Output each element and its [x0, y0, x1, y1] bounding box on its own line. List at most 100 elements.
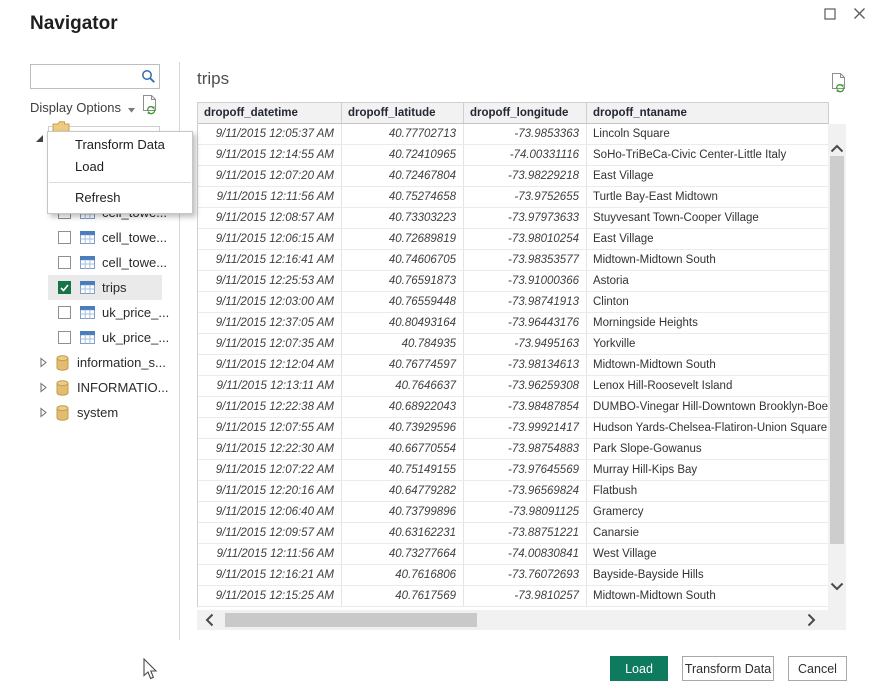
cell-dropoff_latitude: 40.74606705: [342, 250, 464, 270]
chevron-down-icon: [128, 101, 135, 116]
table-icon: [80, 256, 95, 269]
checkbox[interactable]: [58, 256, 71, 269]
cell-dropoff_longitude: -73.98134613: [464, 355, 587, 375]
tree-item-informatio[interactable]: INFORMATIO...: [36, 375, 162, 400]
table-row: 9/11/2015 12:22:38 AM40.68922043-73.9848…: [198, 397, 829, 418]
vertical-scrollbar-thumb[interactable]: [830, 156, 844, 544]
cell-dropoff_latitude: 40.64779282: [342, 481, 464, 501]
refresh-preview-button-right[interactable]: [831, 72, 848, 98]
cell-dropoff_longitude: -73.91000366: [464, 271, 587, 291]
cell-dropoff_ntaname: Canarsie: [587, 523, 829, 543]
tree-item-information_s[interactable]: information_s...: [36, 350, 162, 375]
tree-item-uk_price_[interactable]: uk_price_...: [36, 300, 162, 325]
cell-dropoff_ntaname: Murray Hill-Kips Bay: [587, 460, 829, 480]
cell-dropoff_latitude: 40.76774597: [342, 355, 464, 375]
cell-dropoff_latitude: 40.75274658: [342, 187, 464, 207]
menu-item-transform-data[interactable]: Transform Data: [48, 134, 192, 156]
cell-dropoff_longitude: -73.76072693: [464, 565, 587, 585]
checkbox[interactable]: [58, 231, 71, 244]
tree-item-label: cell_towe...: [102, 255, 167, 270]
table-row: 9/11/2015 12:11:56 AM40.73277664-74.0083…: [198, 544, 829, 565]
display-options-dropdown[interactable]: Display Options: [30, 98, 135, 116]
cell-dropoff_longitude: -73.97645569: [464, 460, 587, 480]
cell-dropoff_longitude: -73.98091125: [464, 502, 587, 522]
cell-dropoff_ntaname: Midtown-Midtown South: [587, 586, 829, 606]
cell-dropoff_ntaname: Stuyvesant Town-Cooper Village: [587, 208, 829, 228]
cell-dropoff_ntaname: Park Slope-Gowanus: [587, 439, 829, 459]
close-button[interactable]: [849, 6, 869, 26]
checkbox[interactable]: [58, 306, 71, 319]
chevron-right-icon[interactable]: [40, 357, 47, 368]
column-header-dropoff_ntaname: dropoff_ntaname: [587, 103, 829, 123]
cell-dropoff_ntaname: Midtown-Midtown South: [587, 355, 829, 375]
vertical-scrollbar[interactable]: [828, 124, 846, 630]
cell-dropoff_latitude: 40.73277664: [342, 544, 464, 564]
cell-dropoff_longitude: -74.00830841: [464, 544, 587, 564]
chevron-expanded-icon[interactable]: [35, 130, 44, 148]
menu-item-refresh[interactable]: Refresh: [48, 187, 192, 209]
cell-dropoff_latitude: 40.7617569: [342, 586, 464, 606]
cell-dropoff_longitude: -73.9495163: [464, 334, 587, 354]
menu-item-load[interactable]: Load: [48, 156, 192, 178]
cell-dropoff_datetime: 9/11/2015 12:22:30 AM: [198, 439, 342, 459]
cell-dropoff_ntaname: Hudson Yards-Chelsea-Flatiron-Union Squa…: [587, 418, 829, 438]
cell-dropoff_datetime: 9/11/2015 12:16:41 AM: [198, 250, 342, 270]
column-header-dropoff_latitude: dropoff_latitude: [342, 103, 464, 123]
cell-dropoff_ntaname: Flatbush: [587, 481, 829, 501]
cancel-button[interactable]: Cancel: [788, 656, 847, 681]
cell-dropoff_ntaname: Astoria: [587, 271, 829, 291]
horizontal-scrollbar-thumb[interactable]: [225, 613, 477, 627]
cell-dropoff_ntaname: East Village: [587, 229, 829, 249]
tree-item-label: information_s...: [77, 355, 166, 370]
table-row: 9/11/2015 12:12:04 AM40.76774597-73.9813…: [198, 355, 829, 376]
tree-item-label: INFORMATIO...: [77, 380, 168, 395]
cell-dropoff_longitude: -73.99921417: [464, 418, 587, 438]
table-row: 9/11/2015 12:07:55 AM40.73929596-73.9992…: [198, 418, 829, 439]
scroll-left-icon[interactable]: [205, 613, 214, 632]
cell-dropoff_datetime: 9/11/2015 12:11:56 AM: [198, 544, 342, 564]
cell-dropoff_latitude: 40.7616806: [342, 565, 464, 585]
cell-dropoff_latitude: 40.68922043: [342, 397, 464, 417]
tree-item-cell_towe[interactable]: cell_towe...: [36, 250, 162, 275]
checkbox[interactable]: [58, 281, 71, 294]
tree-item-system[interactable]: system: [36, 400, 162, 425]
cell-dropoff_datetime: 9/11/2015 12:07:20 AM: [198, 166, 342, 186]
table-row: 9/11/2015 12:07:22 AM40.75149155-73.9764…: [198, 460, 829, 481]
cell-dropoff_latitude: 40.73799896: [342, 502, 464, 522]
horizontal-scrollbar[interactable]: [197, 610, 828, 630]
cell-dropoff_longitude: -73.98353577: [464, 250, 587, 270]
checkbox[interactable]: [58, 331, 71, 344]
scroll-right-icon[interactable]: [807, 613, 816, 632]
cell-dropoff_ntaname: Gramercy: [587, 502, 829, 522]
cell-dropoff_longitude: -73.96259308: [464, 376, 587, 396]
cell-dropoff_ntaname: Yorkville: [587, 334, 829, 354]
search-box[interactable]: [30, 64, 160, 89]
chevron-right-icon[interactable]: [40, 407, 47, 418]
cell-dropoff_ntaname: Bayside-Bayside Hills: [587, 565, 829, 585]
database-icon: [56, 405, 69, 421]
cell-dropoff_longitude: -73.96569824: [464, 481, 587, 501]
cell-dropoff_datetime: 9/11/2015 12:07:55 AM: [198, 418, 342, 438]
table-header-row: dropoff_datetimedropoff_latitudedropoff_…: [198, 103, 829, 124]
table-row: 9/11/2015 12:16:41 AM40.74606705-73.9835…: [198, 250, 829, 271]
transform-data-button[interactable]: Transform Data: [682, 656, 774, 681]
tree-item-cell_towe[interactable]: cell_towe...: [36, 225, 162, 250]
cell-dropoff_datetime: 9/11/2015 12:08:57 AM: [198, 208, 342, 228]
tree-item-uk_price_[interactable]: uk_price_...: [36, 325, 162, 350]
refresh-preview-button[interactable]: [142, 94, 159, 120]
scroll-down-icon[interactable]: [830, 578, 844, 596]
search-input[interactable]: [36, 66, 137, 87]
cell-dropoff_latitude: 40.66770554: [342, 439, 464, 459]
search-icon[interactable]: [137, 69, 159, 84]
maximize-button[interactable]: [820, 6, 840, 26]
tree-item-trips[interactable]: trips: [36, 275, 162, 300]
cell-dropoff_datetime: 9/11/2015 12:14:55 AM: [198, 145, 342, 165]
cell-dropoff_longitude: -73.97973633: [464, 208, 587, 228]
table-row: 9/11/2015 12:03:00 AM40.76559448-73.9874…: [198, 292, 829, 313]
tree-item-label: uk_price_...: [102, 330, 169, 345]
cell-dropoff_latitude: 40.72467804: [342, 166, 464, 186]
chevron-right-icon[interactable]: [40, 382, 47, 393]
load-button[interactable]: Load: [610, 656, 668, 681]
cell-dropoff_latitude: 40.73303223: [342, 208, 464, 228]
file-refresh-icon: [142, 94, 159, 115]
